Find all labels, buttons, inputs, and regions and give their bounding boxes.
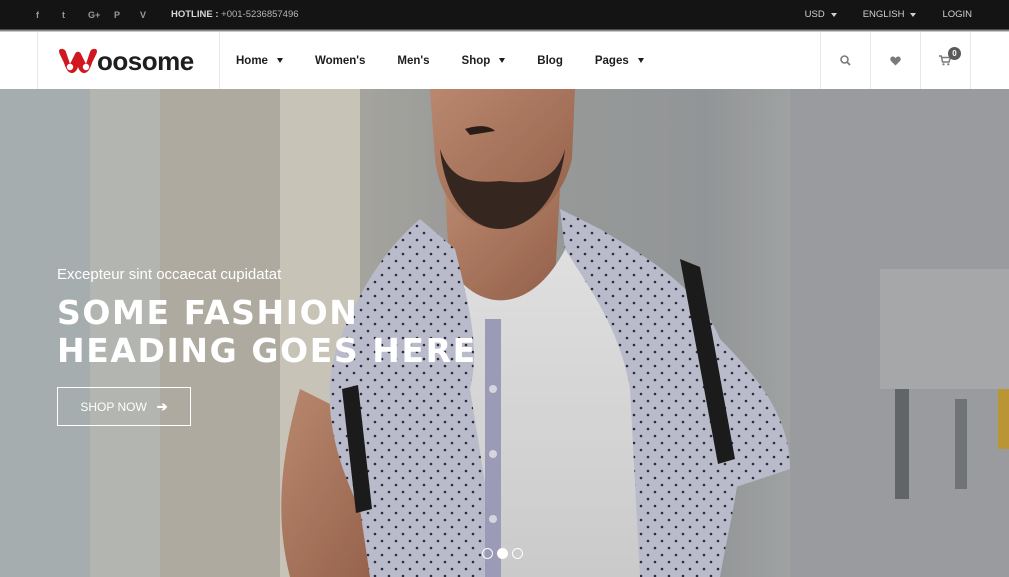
slide-dot[interactable]: [512, 548, 523, 559]
top-bar: f t G+ P V HOTLINE : +001-5236857496 USD…: [0, 0, 1009, 29]
divider: [970, 32, 971, 89]
chevron-down-icon: [499, 58, 506, 63]
hero-slider: Excepteur sint occaecat cupidatat Some f…: [0, 89, 1009, 577]
nav-label: Women's: [314, 54, 366, 67]
slide-dot[interactable]: [482, 548, 493, 559]
social-links: f t G+ P V: [36, 0, 166, 29]
wishlist-button[interactable]: [870, 32, 920, 89]
google-plus-icon[interactable]: G+: [88, 10, 114, 20]
twitter-icon[interactable]: t: [62, 10, 88, 20]
nav-label: Blog: [537, 54, 563, 67]
main-header: oosome Home Women's Men's Shop Blog Page…: [0, 32, 1009, 89]
chevron-down-icon: [830, 12, 837, 17]
site-logo[interactable]: oosome: [57, 45, 194, 77]
login-link[interactable]: LOGIN: [942, 9, 972, 20]
hotline-label: HOTLINE :: [171, 9, 219, 20]
shop-now-label: SHOP NOW: [80, 399, 147, 414]
nav-item-home[interactable]: Home: [236, 55, 283, 67]
nav-label: Men's: [397, 54, 430, 67]
nav-label: Pages: [594, 54, 629, 67]
chevron-down-icon: [637, 58, 644, 63]
heart-icon: [889, 56, 901, 65]
main-nav: Home Women's Men's Shop Blog Pages: [236, 32, 676, 89]
slider-pagination: [482, 548, 527, 559]
search-button[interactable]: [820, 32, 870, 89]
divider: [37, 32, 38, 89]
nav-label: Home: [236, 54, 268, 67]
logo-text: oosome: [97, 45, 194, 76]
hotline-number: +001-5236857496: [221, 9, 299, 20]
chevron-down-icon: [910, 12, 917, 17]
facebook-icon[interactable]: f: [36, 10, 62, 20]
hero-heading: Some fashion heading goes here: [57, 293, 477, 370]
vimeo-icon[interactable]: V: [140, 10, 166, 20]
hotline: HOTLINE : +001-5236857496: [171, 0, 299, 29]
arrow-right-icon: ➔: [156, 398, 168, 414]
nav-item-shop[interactable]: Shop: [462, 55, 506, 67]
hero-subtitle: Excepteur sint occaecat cupidatat: [57, 266, 282, 283]
logo-mark-icon: [59, 48, 97, 73]
nav-label: Shop: [461, 54, 491, 67]
nav-item-mens[interactable]: Men's: [397, 55, 429, 67]
language-label: ENGLISH: [862, 9, 905, 20]
nav-item-womens[interactable]: Women's: [315, 55, 365, 67]
shop-now-button[interactable]: SHOP NOW ➔: [57, 387, 191, 426]
top-bar-right: USD ENGLISH LOGIN: [779, 0, 972, 29]
search-icon: [839, 55, 851, 66]
language-select[interactable]: ENGLISH: [863, 9, 917, 20]
nav-item-blog[interactable]: Blog: [537, 55, 563, 67]
chevron-down-icon: [276, 58, 283, 63]
slide-dot-active[interactable]: [497, 548, 508, 559]
cart-button[interactable]: 0: [920, 32, 970, 89]
currency-label: USD: [804, 9, 825, 20]
currency-select[interactable]: USD: [805, 9, 837, 20]
divider: [219, 32, 220, 89]
cart-count-badge: 0: [948, 47, 961, 60]
pinterest-icon[interactable]: P: [114, 10, 140, 20]
nav-item-pages[interactable]: Pages: [595, 55, 644, 67]
